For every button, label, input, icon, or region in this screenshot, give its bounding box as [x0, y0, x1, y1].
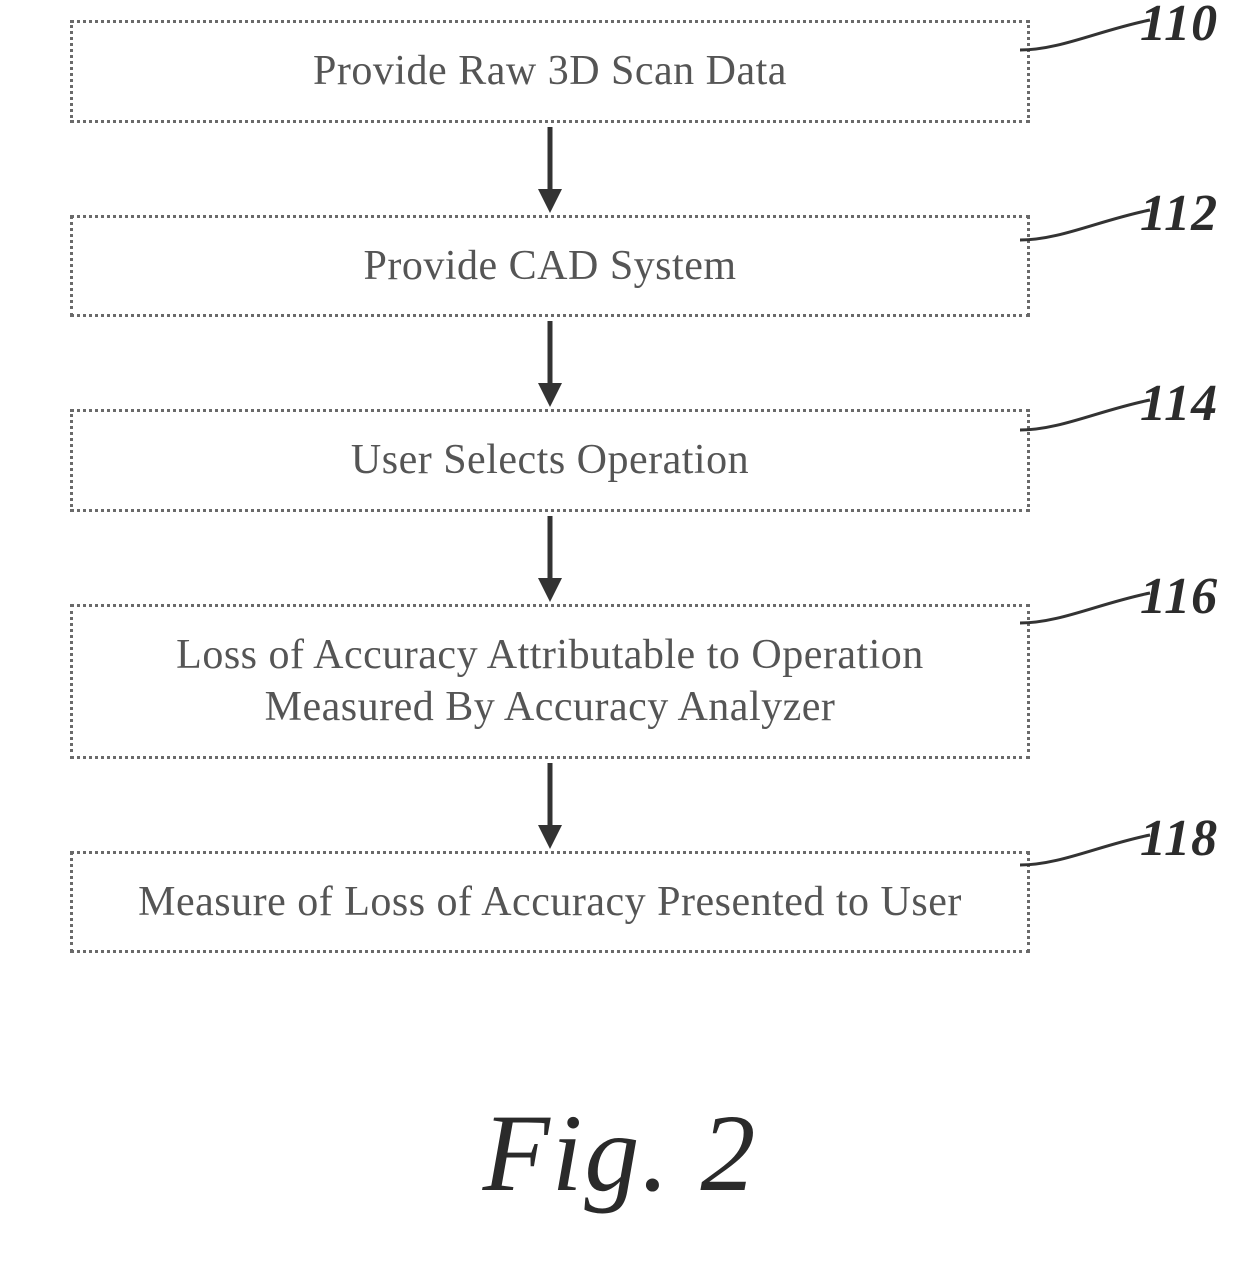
flowchart: Provide Raw 3D Scan Data Provide CAD Sys… — [60, 20, 1040, 953]
diagram-canvas: Provide Raw 3D Scan Data Provide CAD Sys… — [0, 0, 1240, 1268]
step-text: Provide Raw 3D Scan Data — [313, 48, 787, 94]
arrow-4 — [60, 759, 1040, 851]
step-label-116: 116 — [1140, 567, 1218, 626]
step-box-112: Provide CAD System — [70, 215, 1030, 318]
arrow-2 — [60, 317, 1040, 409]
step-label-118: 118 — [1140, 809, 1218, 868]
step-box-114: User Selects Operation — [70, 409, 1030, 512]
arrow-down-icon — [530, 123, 570, 215]
step-text: Loss of Accuracy Attributable to Operati… — [176, 632, 924, 731]
arrow-down-icon — [530, 759, 570, 851]
arrow-1 — [60, 123, 1040, 215]
leader-line-icon — [1020, 825, 1160, 885]
arrow-3 — [60, 512, 1040, 604]
step-label-110: 110 — [1140, 0, 1218, 53]
step-text: Measure of Loss of Accuracy Presented to… — [138, 879, 962, 925]
leader-line-icon — [1020, 390, 1160, 450]
step-label-112: 112 — [1140, 184, 1218, 243]
step-text: User Selects Operation — [351, 437, 749, 483]
leader-line-icon — [1020, 200, 1160, 260]
figure-caption: Fig. 2 — [0, 1090, 1240, 1217]
arrow-down-icon — [530, 512, 570, 604]
step-box-110: Provide Raw 3D Scan Data — [70, 20, 1030, 123]
leader-line-icon — [1020, 583, 1160, 643]
step-text: Provide CAD System — [363, 243, 736, 289]
step-label-114: 114 — [1140, 374, 1218, 433]
step-box-116: Loss of Accuracy Attributable to Operati… — [70, 604, 1030, 759]
arrow-down-icon — [530, 317, 570, 409]
leader-line-icon — [1020, 10, 1160, 70]
step-box-118: Measure of Loss of Accuracy Presented to… — [70, 851, 1030, 954]
